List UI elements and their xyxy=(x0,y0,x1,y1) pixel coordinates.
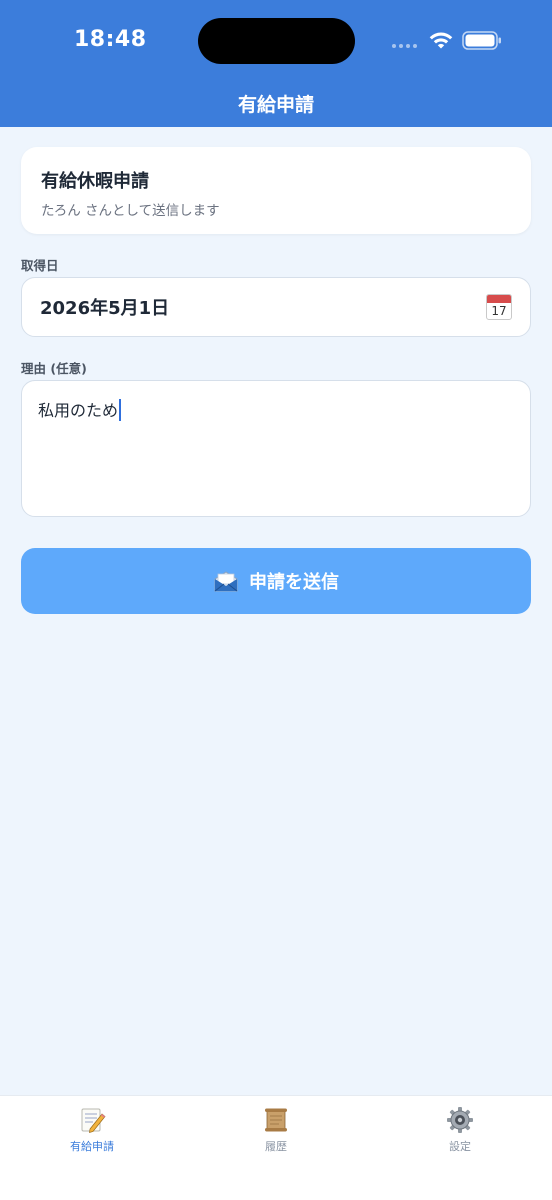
dynamic-island xyxy=(198,18,355,64)
calendar-icon[interactable]: 17 xyxy=(486,294,512,320)
tab-label-settings: 設定 xyxy=(449,1140,471,1153)
status-time: 18:48 xyxy=(74,27,147,52)
reason-label: 理由 (任意) xyxy=(21,361,87,376)
tab-settings[interactable]: 設定 xyxy=(368,1096,552,1200)
tab-leave-request[interactable]: 有給申請 xyxy=(0,1096,184,1200)
request-info-card: 有給休暇申請 たろん さんとして送信します xyxy=(21,147,531,234)
wifi-icon xyxy=(429,32,453,49)
card-subtitle: たろん さんとして送信します xyxy=(41,203,220,219)
submit-button[interactable]: 申請を送信 xyxy=(21,548,531,614)
tab-label-history: 履歴 xyxy=(265,1140,287,1153)
text-cursor xyxy=(119,399,122,421)
reason-textarea[interactable]: 私用のため xyxy=(21,380,531,517)
tab-bar: 有給申請 履歴 設定 xyxy=(0,1095,552,1200)
signal-dots-icon xyxy=(392,44,417,48)
reason-text: 私用のため xyxy=(38,401,119,420)
calendar-icon-day: 17 xyxy=(491,304,507,318)
tab-history[interactable]: 履歴 xyxy=(184,1096,368,1200)
scroll-icon xyxy=(265,1108,287,1132)
memo-icon xyxy=(81,1108,106,1133)
battery-icon xyxy=(462,31,501,50)
date-label: 取得日 xyxy=(21,258,59,273)
date-value: 2026年5月1日 xyxy=(40,298,170,319)
status-bar: 18:48 xyxy=(0,0,552,80)
submit-label: 申請を送信 xyxy=(249,572,339,593)
page-title: 有給申請 xyxy=(237,94,314,116)
date-picker-field[interactable]: 2026年5月1日 17 xyxy=(21,277,531,337)
tab-label-leave-request: 有給申請 xyxy=(70,1140,114,1153)
gear-icon xyxy=(447,1107,473,1133)
card-title: 有給休暇申請 xyxy=(41,171,149,192)
nav-bar: 有給申請 xyxy=(0,80,552,127)
envelope-icon xyxy=(214,571,238,592)
